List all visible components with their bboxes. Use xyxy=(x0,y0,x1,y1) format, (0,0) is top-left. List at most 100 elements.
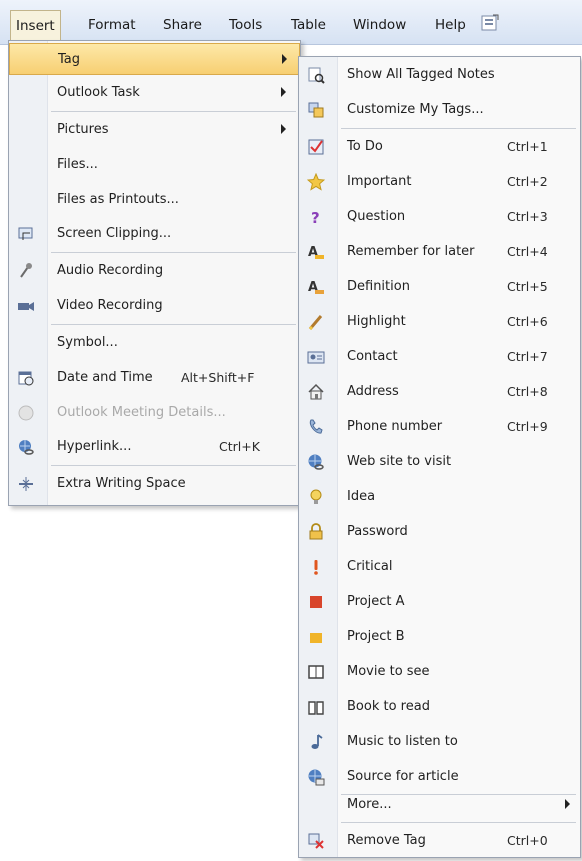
menu-item-project-b[interactable]: Project B xyxy=(299,621,580,653)
menu-item-idea[interactable]: Idea xyxy=(299,481,580,513)
menu-item-shortcut: Ctrl+0 xyxy=(507,833,548,848)
remove-tag-icon xyxy=(307,832,325,850)
menu-item-more[interactable]: More... xyxy=(299,789,580,821)
menu-table[interactable]: Table xyxy=(288,13,329,37)
show-tagged-icon xyxy=(307,66,325,84)
menu-item-label: Tag xyxy=(58,52,81,67)
menu-item-shortcut: Ctrl+9 xyxy=(507,419,548,434)
menu-item-highlight[interactable]: Highlight Ctrl+6 xyxy=(299,306,580,338)
menu-item-label: Outlook Task xyxy=(57,85,140,100)
menu-item-label: Extra Writing Space xyxy=(57,476,186,491)
menu-item-remember-later[interactable]: A Remember for later Ctrl+4 xyxy=(299,236,580,268)
submenu-arrow-icon xyxy=(281,87,286,97)
menu-item-shortcut: Ctrl+6 xyxy=(507,314,548,329)
menu-item-label: Remember for later xyxy=(347,244,475,259)
menu-item-project-a[interactable]: Project A xyxy=(299,586,580,618)
menu-separator xyxy=(341,822,576,823)
menu-insert[interactable]: Insert xyxy=(10,10,61,41)
menu-item-shortcut: Ctrl+8 xyxy=(507,384,548,399)
menu-item-label: Address xyxy=(347,384,399,399)
submenu-arrow-icon xyxy=(281,124,286,134)
audio-recording-icon xyxy=(17,262,35,280)
menu-item-label: Audio Recording xyxy=(57,263,164,278)
menu-item-pictures[interactable]: Pictures xyxy=(9,114,300,146)
menu-item-important[interactable]: Important Ctrl+2 xyxy=(299,166,580,198)
menu-item-tag[interactable]: Tag xyxy=(9,43,300,75)
menu-item-outlook-task[interactable]: Outlook Task xyxy=(9,77,300,109)
menu-item-label: Outlook Meeting Details... xyxy=(57,405,226,420)
menu-item-shortcut: Ctrl+3 xyxy=(507,209,548,224)
menu-item-label: Project B xyxy=(347,629,405,644)
menu-item-video-recording[interactable]: Video Recording xyxy=(9,290,300,322)
menu-separator xyxy=(51,465,296,466)
menu-item-book[interactable]: Book to read xyxy=(299,691,580,723)
menu-item-screen-clipping[interactable]: Screen Clipping... xyxy=(9,218,300,250)
contact-card-icon xyxy=(307,348,325,366)
menu-item-label: More... xyxy=(347,797,392,812)
menu-item-label: Files... xyxy=(57,157,98,172)
house-icon xyxy=(307,383,325,401)
menu-window[interactable]: Window xyxy=(350,13,409,37)
menu-item-label: Contact xyxy=(347,349,398,364)
menu-item-label: Question xyxy=(347,209,406,224)
movie-icon xyxy=(307,663,325,681)
menu-item-critical[interactable]: Critical xyxy=(299,551,580,583)
menu-separator xyxy=(51,111,296,112)
menu-item-label: Video Recording xyxy=(57,298,163,313)
menu-item-contact[interactable]: Contact Ctrl+7 xyxy=(299,341,580,373)
phone-icon xyxy=(307,418,325,436)
menu-item-shortcut: Ctrl+2 xyxy=(507,174,548,189)
menu-item-customize-tags[interactable]: Customize My Tags... xyxy=(299,94,580,126)
project-a-icon xyxy=(307,593,325,611)
menu-tools[interactable]: Tools xyxy=(226,13,265,37)
menu-item-label: Idea xyxy=(347,489,376,504)
lightbulb-icon xyxy=(307,488,325,506)
date-time-icon xyxy=(17,369,35,387)
screen-clipping-icon xyxy=(17,225,35,243)
menu-format[interactable]: Format xyxy=(85,13,139,37)
menu-item-date-time[interactable]: Date and Time Alt+Shift+F xyxy=(9,362,300,394)
menu-item-shortcut: Ctrl+7 xyxy=(507,349,548,364)
submenu-arrow-icon xyxy=(565,799,570,809)
menu-item-label: Music to listen to xyxy=(347,734,458,749)
menu-item-web-site[interactable]: Web site to visit xyxy=(299,446,580,478)
menu-item-audio-recording[interactable]: Audio Recording xyxy=(9,255,300,287)
menu-separator xyxy=(51,252,296,253)
menu-item-label: Web site to visit xyxy=(347,454,452,469)
menu-item-label: Show All Tagged Notes xyxy=(347,67,495,82)
menu-item-symbol[interactable]: Symbol... xyxy=(9,327,300,359)
toolbar-options-icon[interactable] xyxy=(481,14,499,32)
menu-item-label: Date and Time xyxy=(57,370,153,385)
menu-item-movie[interactable]: Movie to see xyxy=(299,656,580,688)
menu-item-definition[interactable]: A Definition Ctrl+5 xyxy=(299,271,580,303)
source-globe-icon xyxy=(307,768,325,786)
menu-item-files-printouts[interactable]: Files as Printouts... xyxy=(9,184,300,216)
menu-item-shortcut: Alt+Shift+F xyxy=(181,370,255,385)
menu-item-remove-tag[interactable]: Remove Tag Ctrl+0 xyxy=(299,825,580,857)
todo-checkbox-icon xyxy=(307,138,325,156)
menu-item-label: To Do xyxy=(347,139,383,154)
menu-item-hyperlink[interactable]: Hyperlink... Ctrl+K xyxy=(9,431,300,463)
menu-item-files[interactable]: Files... xyxy=(9,149,300,181)
menu-item-label: Pictures xyxy=(57,122,109,137)
menu-item-show-all-tagged[interactable]: Show All Tagged Notes xyxy=(299,59,580,91)
menu-item-todo[interactable]: To Do Ctrl+1 xyxy=(299,131,580,163)
globe-icon xyxy=(307,453,325,471)
tag-submenu: Show All Tagged Notes Customize My Tags.… xyxy=(298,56,581,858)
menu-share[interactable]: Share xyxy=(160,13,205,37)
menu-item-extra-writing-space[interactable]: Extra Writing Space xyxy=(9,468,300,500)
menu-item-question[interactable]: ? Question Ctrl+3 xyxy=(299,201,580,233)
highlighter-a-yellow-icon: A xyxy=(307,243,325,261)
menu-help[interactable]: Help xyxy=(432,13,469,37)
menu-separator xyxy=(341,128,576,129)
menu-item-label: Critical xyxy=(347,559,393,574)
menu-item-label: Hyperlink... xyxy=(57,439,132,454)
menu-item-music[interactable]: Music to listen to xyxy=(299,726,580,758)
menu-item-password[interactable]: Password xyxy=(299,516,580,548)
menu-item-address[interactable]: Address Ctrl+8 xyxy=(299,376,580,408)
music-note-icon xyxy=(307,733,325,751)
menu-item-label: Symbol... xyxy=(57,335,118,350)
extra-space-icon xyxy=(17,475,35,493)
menu-item-shortcut: Ctrl+1 xyxy=(507,139,548,154)
menu-item-phone-number[interactable]: Phone number Ctrl+9 xyxy=(299,411,580,443)
